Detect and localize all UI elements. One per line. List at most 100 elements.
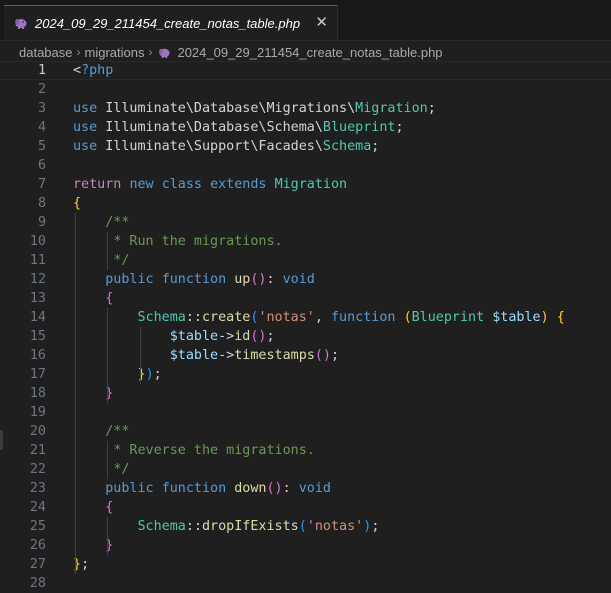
code-token: new: [129, 177, 154, 192]
code-line[interactable]: 7 return new class extends Migration: [0, 175, 611, 194]
indent-guide: [107, 517, 109, 555]
code-line[interactable]: 15 $table->id();: [0, 327, 611, 346]
code-line[interactable]: 25 Schema::dropIfExists('notas');: [0, 517, 611, 536]
code-line[interactable]: 13 {: [0, 289, 611, 308]
code-token: ::: [185, 310, 202, 325]
code-token: * Run the migrations.: [113, 234, 283, 249]
code-token: down: [234, 481, 267, 496]
code-text: Schema::dropIfExists('notas');: [73, 517, 380, 536]
code-line[interactable]: 20 /**: [0, 422, 611, 441]
indent-guide: [139, 327, 141, 384]
code-token: ;: [427, 101, 436, 116]
code-editor[interactable]: 1 <?php 2 3 use Illuminate\Database\Migratio…: [0, 61, 611, 591]
code-line[interactable]: 1 <?php: [0, 61, 611, 80]
code-text: {: [73, 194, 81, 213]
code-token: Blueprint: [411, 310, 485, 325]
code-token: function: [161, 272, 227, 287]
code-token: ->: [218, 329, 235, 344]
breadcrumb-item-file[interactable]: 2024_09_29_211454_create_notas_table.php: [177, 45, 442, 60]
code-token: Migration: [274, 177, 348, 192]
code-token: $table: [169, 348, 219, 363]
code-text: public function down(): void: [73, 479, 331, 498]
code-line[interactable]: 22 */: [0, 460, 611, 479]
code-text: */: [73, 251, 129, 270]
code-token: /**: [105, 424, 130, 439]
tab-create-notas-table[interactable]: 2024_09_29_211454_create_notas_table.php…: [4, 5, 338, 40]
code-token: use: [73, 139, 98, 154]
code-token: create: [202, 310, 251, 325]
code-line[interactable]: 14 Schema::create('notas', function (Blu…: [0, 308, 611, 327]
line-number: 17: [29, 367, 46, 382]
code-token: ;: [81, 557, 90, 572]
chevron-right-icon: ›: [148, 45, 153, 59]
code-token: ;: [331, 348, 340, 363]
code-line[interactable]: 24 {: [0, 498, 611, 517]
code-token: $table: [169, 329, 219, 344]
code-line[interactable]: 11 */: [0, 251, 611, 270]
line-number: 21: [29, 443, 46, 458]
tab-label: 2024_09_29_211454_create_notas_table.php: [35, 15, 301, 31]
code-token: ::: [185, 519, 202, 534]
line-number: 24: [29, 500, 46, 515]
code-text: {: [73, 498, 113, 517]
code-line[interactable]: 9 /**: [0, 213, 611, 232]
code-text: */: [73, 460, 129, 479]
code-line[interactable]: 28: [0, 574, 611, 593]
code-token: (): [314, 348, 331, 363]
code-token: ,: [314, 310, 331, 325]
code-token: ;: [371, 519, 380, 534]
code-token: 'notas': [306, 519, 364, 534]
breadcrumb-item-database[interactable]: database: [19, 45, 73, 60]
close-icon[interactable]: ✕: [315, 15, 328, 30]
code-line[interactable]: 21 * Reverse the migrations.: [0, 441, 611, 460]
code-line[interactable]: 23 public function down(): void: [0, 479, 611, 498]
line-number: 25: [29, 519, 46, 534]
code-token: {: [105, 291, 114, 306]
code-token: ->: [218, 348, 235, 363]
code-token: */: [113, 253, 130, 268]
code-token: function: [161, 481, 227, 496]
chevron-right-icon: ›: [76, 45, 81, 59]
code-token: dropIfExists: [202, 519, 299, 534]
code-token: ;: [395, 120, 404, 135]
code-line[interactable]: 17 });: [0, 365, 611, 384]
line-number: 22: [29, 462, 46, 477]
code-line[interactable]: 12 public function up(): void: [0, 270, 611, 289]
code-line[interactable]: 19: [0, 403, 611, 422]
line-number: 7: [37, 177, 46, 192]
indent-guide: [107, 308, 109, 403]
code-line[interactable]: 27};: [0, 555, 611, 574]
code-line[interactable]: 18 }: [0, 384, 611, 403]
line-number: 19: [29, 405, 46, 420]
line-number: 5: [37, 139, 46, 154]
php-elephant-icon: [15, 19, 27, 29]
code-line[interactable]: 26 }: [0, 536, 611, 555]
editor-tab-bar: 2024_09_29_211454_create_notas_table.php…: [0, 5, 611, 41]
code-text: <?php: [73, 62, 113, 79]
code-token: (): [266, 481, 283, 496]
code-line[interactable]: 3 use Illuminate\Database\Migrations\Migr…: [0, 99, 611, 118]
code-line[interactable]: 5 use Illuminate\Support\Facades\Schema;: [0, 137, 611, 156]
code-line[interactable]: 8{: [0, 194, 611, 213]
code-line[interactable]: 2: [0, 80, 611, 99]
code-token: ;: [266, 329, 275, 344]
line-number: 20: [29, 424, 46, 439]
code-text: $table->id();: [73, 327, 275, 346]
line-number: 8: [37, 196, 46, 211]
code-line[interactable]: 10 * Run the migrations.: [0, 232, 611, 251]
code-token: Illuminate\Database\Migrations\: [97, 101, 356, 116]
breadcrumb-item-migrations[interactable]: migrations: [85, 45, 145, 60]
code-token: ): [145, 367, 154, 382]
code-line[interactable]: 16 $table->timestamps();: [0, 346, 611, 365]
code-token: public: [105, 481, 154, 496]
code-line[interactable]: 6: [0, 156, 611, 175]
code-line[interactable]: 4 use Illuminate\Database\Schema\Blueprin…: [0, 118, 611, 137]
